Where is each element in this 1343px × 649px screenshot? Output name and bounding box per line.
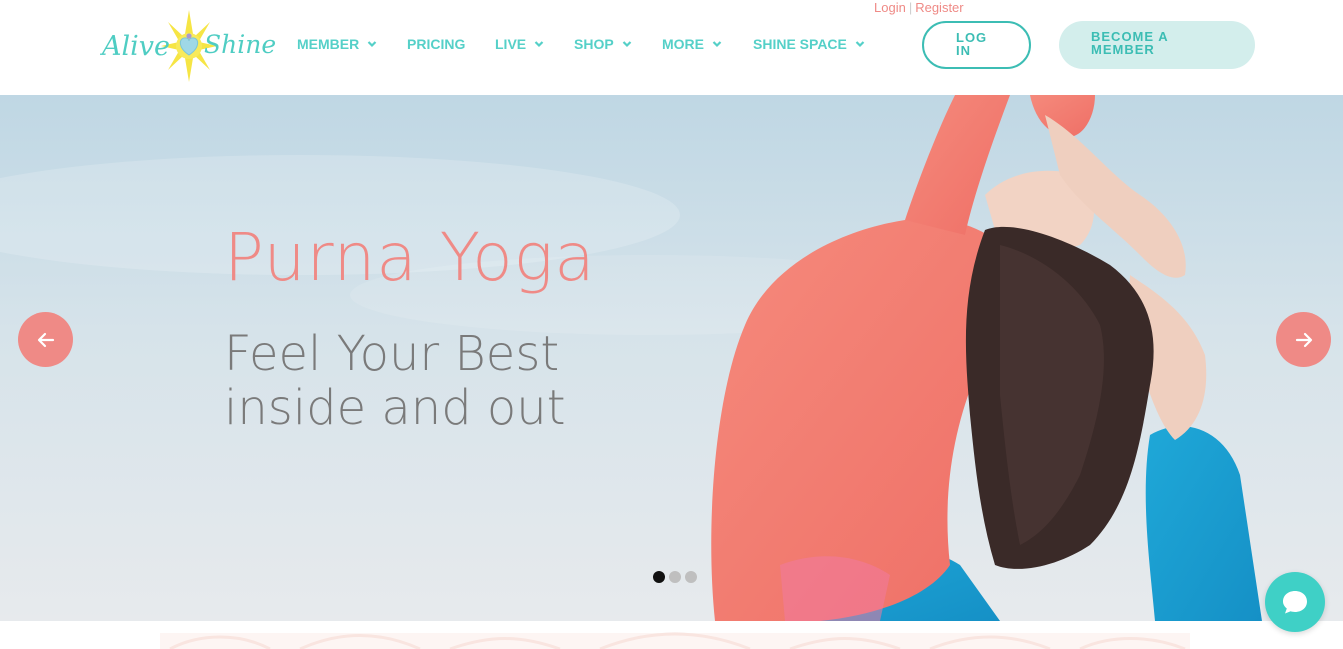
hero-slider: Purna Yoga Feel Your Best inside and out bbox=[0, 95, 1343, 621]
slide-title: Purna Yoga bbox=[224, 219, 596, 296]
slider-dot-3[interactable] bbox=[685, 571, 697, 583]
top-login-link[interactable]: Login bbox=[874, 0, 906, 15]
chat-launcher-button[interactable] bbox=[1265, 572, 1325, 632]
nav-label-member: MEMBER bbox=[297, 36, 360, 52]
nav-label-live: LIVE bbox=[495, 36, 527, 52]
sun-heart-logo-icon: Alive Shine bbox=[100, 10, 276, 82]
slider-dot-1[interactable] bbox=[653, 571, 665, 583]
chevron-down-icon bbox=[855, 41, 865, 48]
arrow-left-icon bbox=[37, 332, 54, 347]
nav-item-shine-space[interactable]: SHINE SPACE bbox=[753, 36, 865, 52]
slide-subtitle: Feel Your Best inside and out bbox=[224, 326, 566, 436]
slider-pagination bbox=[653, 571, 697, 583]
logo-text-alive: Alive bbox=[100, 31, 170, 62]
slider-next-button[interactable] bbox=[1276, 312, 1331, 367]
nav-label-shine-space: SHINE SPACE bbox=[753, 36, 847, 52]
become-member-button[interactable]: BECOME A MEMBER bbox=[1059, 21, 1255, 69]
login-button-line2: IN bbox=[956, 43, 971, 58]
logo-text-shine: Shine bbox=[204, 30, 276, 59]
decorative-pattern-strip bbox=[0, 621, 1343, 649]
top-register-link[interactable]: Register bbox=[915, 0, 963, 15]
chat-bubble-icon bbox=[1283, 591, 1307, 614]
site-header: Login | Register Alive Shine MEMBER PRIC… bbox=[0, 0, 1343, 95]
chevron-down-icon bbox=[367, 41, 377, 48]
slider-prev-button[interactable] bbox=[18, 312, 73, 367]
arrow-right-icon bbox=[1295, 332, 1312, 347]
nav-label-shop: SHOP bbox=[574, 36, 614, 52]
site-logo[interactable]: Alive Shine bbox=[100, 8, 278, 84]
nav-label-more: MORE bbox=[662, 36, 704, 52]
nav-item-shop[interactable]: SHOP bbox=[574, 36, 632, 52]
mandala-pattern-image bbox=[0, 621, 1343, 649]
login-button[interactable]: LOG IN bbox=[922, 21, 1031, 69]
slider-dot-2[interactable] bbox=[669, 571, 681, 583]
top-auth-links: Login | Register bbox=[874, 0, 964, 15]
nav-item-more[interactable]: MORE bbox=[662, 36, 722, 52]
nav-item-member[interactable]: MEMBER bbox=[297, 36, 377, 52]
top-links-separator: | bbox=[908, 0, 913, 15]
become-member-line2: MEMBER bbox=[1091, 42, 1155, 57]
chevron-down-icon bbox=[534, 41, 544, 48]
chevron-down-icon bbox=[622, 41, 631, 48]
chevron-down-icon bbox=[712, 41, 722, 48]
nav-item-live[interactable]: LIVE bbox=[495, 36, 544, 52]
nav-label-pricing: PRICING bbox=[407, 36, 466, 52]
nav-item-pricing[interactable]: PRICING bbox=[407, 36, 465, 52]
